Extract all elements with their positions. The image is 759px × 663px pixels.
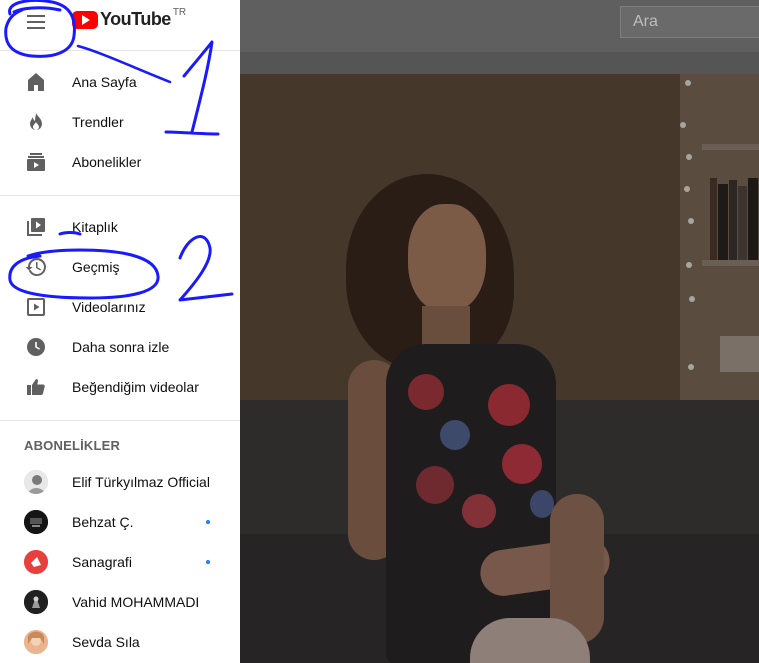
guide-divider [0, 195, 240, 196]
guide-item-home[interactable]: Ana Sayfa [0, 62, 240, 102]
video-book [729, 180, 737, 260]
guide-divider [0, 420, 240, 421]
your-videos-icon [27, 298, 45, 316]
video-book [738, 186, 747, 260]
subscription-label: Sevda Sıla [72, 634, 140, 650]
subscription-item[interactable]: Sevda Sıla [0, 622, 240, 662]
guide-item-label: Abonelikler [72, 154, 142, 170]
guide-header: YouTube TR [0, 0, 240, 50]
video-light [686, 154, 692, 160]
video-shelf [702, 144, 759, 150]
avatar [24, 470, 48, 494]
masthead-gap [240, 52, 759, 74]
youtube-play-icon [72, 10, 98, 29]
avatar [24, 510, 48, 534]
subscription-item[interactable]: Behzat Ç. [0, 502, 240, 542]
guide-item-label: Ana Sayfa [72, 74, 137, 90]
logo-region: TR [172, 7, 187, 18]
video-shelf [702, 260, 759, 266]
search-input[interactable]: Ara [620, 6, 759, 38]
history-icon [25, 258, 46, 276]
new-content-dot [206, 560, 210, 564]
guide-item-label: Daha sonra izle [72, 339, 170, 355]
subscription-label: Behzat Ç. [72, 514, 134, 530]
logo-text: YouTube [100, 9, 171, 29]
video-dress-pattern [408, 374, 444, 410]
guide-item-label: Kitaplık [72, 219, 118, 235]
video-dress-pattern [440, 420, 470, 450]
masthead: Ara [240, 0, 759, 52]
guide-item-label: Videolarınız [72, 299, 146, 315]
avatar [24, 590, 48, 614]
watch-later-icon [27, 338, 45, 356]
subscriptions-heading: ABONELİKLER [24, 438, 121, 453]
page-scrim: Ara [240, 0, 759, 663]
video-light [686, 262, 692, 268]
guide-item-liked-videos[interactable]: Beğendiğim videolar [0, 367, 240, 407]
guide-item-library[interactable]: Kitaplık [0, 207, 240, 247]
video-dress-pattern [502, 444, 542, 484]
trending-icon [30, 113, 42, 130]
subscription-label: Sanagrafi [72, 554, 132, 570]
guide-drawer: YouTube TR Ana Sayfa Trendler Abonelikle… [0, 0, 240, 663]
new-content-dot [206, 520, 210, 524]
video-book [748, 178, 758, 260]
guide-item-watch-later[interactable]: Daha sonra izle [0, 327, 240, 367]
video-player[interactable] [240, 74, 759, 663]
video-light [680, 122, 686, 128]
guide-divider [0, 50, 240, 51]
guide-item-label: Beğendiğim videolar [72, 379, 199, 395]
video-book [718, 184, 728, 260]
video-light [689, 296, 695, 302]
subscriptions-icon [27, 153, 45, 171]
video-leg [470, 618, 590, 663]
subscription-item[interactable]: Elif Türkyılmaz Official [0, 462, 240, 502]
subscription-item[interactable]: Vahid MOHAMMADI [0, 582, 240, 622]
guide-item-label: Trendler [72, 114, 124, 130]
video-light [688, 218, 694, 224]
video-dress-pattern [416, 466, 454, 504]
video-face [408, 204, 486, 312]
avatar [24, 550, 48, 574]
guide-item-your-videos[interactable]: Videolarınız [0, 287, 240, 327]
guide-item-trending[interactable]: Trendler [0, 102, 240, 142]
video-shelf-box [720, 336, 759, 372]
subscription-item[interactable]: Sanagrafi [0, 542, 240, 582]
video-dress-pattern [462, 494, 496, 528]
video-book [710, 178, 717, 260]
avatar [24, 630, 48, 654]
video-light [688, 364, 694, 370]
subscription-label: Elif Türkyılmaz Official [72, 474, 210, 490]
video-dress-pattern [488, 384, 530, 426]
guide-item-label: Geçmiş [72, 259, 120, 275]
menu-icon[interactable] [20, 8, 52, 36]
liked-videos-icon [27, 379, 45, 395]
guide-item-subscriptions[interactable]: Abonelikler [0, 142, 240, 182]
video-light [684, 186, 690, 192]
library-icon [27, 218, 45, 236]
youtube-logo[interactable]: YouTube TR [72, 7, 187, 30]
home-icon [28, 73, 44, 91]
subscription-label: Vahid MOHAMMADI [72, 594, 200, 610]
guide-item-history[interactable]: Geçmiş [0, 247, 240, 287]
video-light [685, 80, 691, 86]
